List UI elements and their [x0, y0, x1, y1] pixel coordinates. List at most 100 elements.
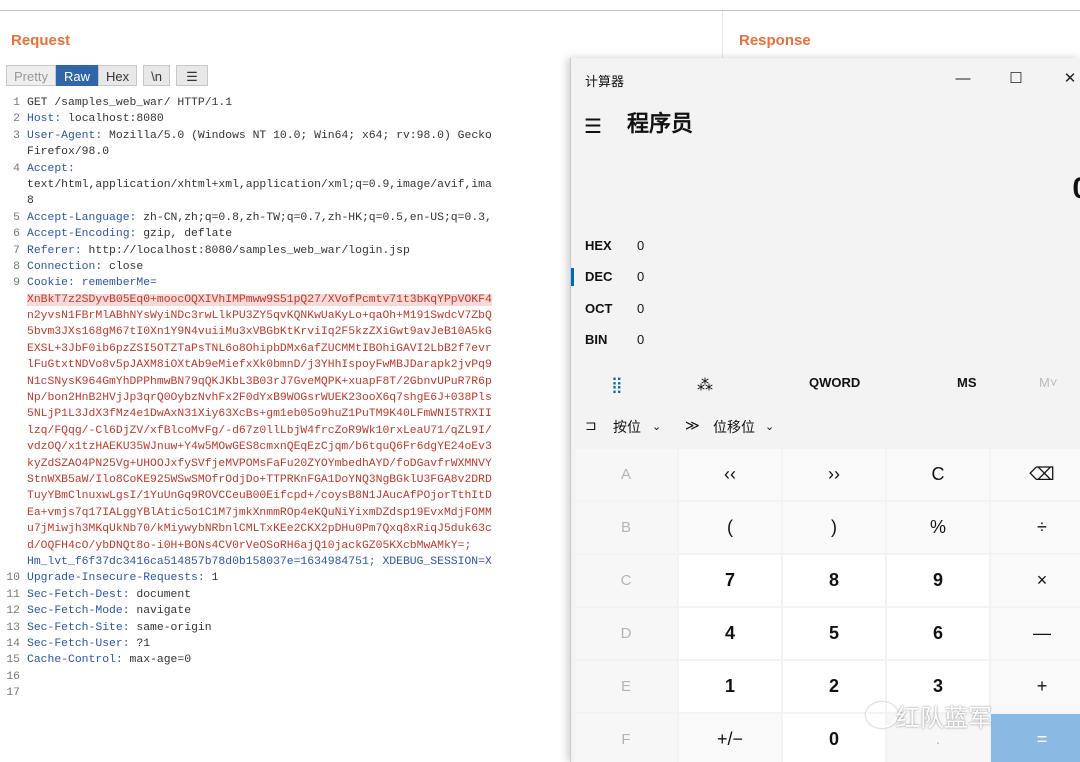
- cookie-value: u7jMiwjh3MKqUkNb70/kMiywybNRbnlCMLTxKEe2…: [27, 523, 492, 536]
- code-line: Np/bon2HnB2HVjJp3qrQ0OybzNvhFx2F0dYxB9WO…: [0, 390, 575, 406]
- tab-hex[interactable]: Hex: [97, 65, 138, 86]
- code-text: Connection: close: [27, 259, 143, 275]
- chevron-down-icon[interactable]: ⌄: [765, 420, 774, 433]
- code-text: Ea+vmjs7q17IALggYBlAtic5o1C1M7jmkXnmmROp…: [27, 505, 492, 521]
- hamburger-menu-icon[interactable]: ☰: [584, 114, 602, 139]
- request-title: Request: [11, 32, 71, 49]
- request-editor[interactable]: 1 GET /samples_web_war/ HTTP/1.1 2 Host: lo…: [0, 95, 575, 715]
- calc-key[interactable]: (: [679, 502, 781, 553]
- code-text: Accept-Language: zh-CN,zh;q=0.8,zh-TW;q=…: [27, 210, 492, 226]
- calculator-mode: 程序员: [627, 111, 694, 136]
- memory-recall-button[interactable]: M˅: [1039, 375, 1057, 390]
- calc-key[interactable]: 9: [887, 555, 989, 606]
- response-title: Response: [739, 32, 811, 49]
- radix-oct[interactable]: OCT 0: [571, 296, 771, 322]
- code-line: 14 Sec-Fetch-User: ?1: [0, 636, 575, 652]
- code-line: 12 Sec-Fetch-Mode: navigate: [0, 603, 575, 619]
- header-value: Mozilla/5.0 (Windows NT 10.0; Win64; x64…: [102, 129, 492, 142]
- calc-key[interactable]: +: [991, 661, 1080, 712]
- word-size-row: ⣿ ⁂ QWORD MS M˅: [571, 363, 1080, 403]
- newline-toggle-button[interactable]: \n: [143, 65, 170, 86]
- calc-key[interactable]: —: [991, 608, 1080, 659]
- memory-store-button[interactable]: MS: [957, 375, 977, 390]
- calc-key[interactable]: E: [575, 661, 677, 712]
- calc-key[interactable]: ››: [783, 449, 885, 500]
- calc-key[interactable]: %: [887, 502, 989, 553]
- cookie-value: kyZdSZAO4PN25Vg+UHOOJxfySVfjeMVPOMsFaFu2…: [27, 457, 492, 470]
- tab-raw[interactable]: Raw: [55, 65, 98, 86]
- header-value: close: [102, 260, 144, 273]
- calc-key[interactable]: C: [887, 449, 989, 500]
- code-text: GET /samples_web_war/ HTTP/1.1: [27, 95, 232, 111]
- line-number: [0, 554, 27, 570]
- code-text: Hm_lvt_f6f37dc3416ca514857b78d0b158037e=…: [27, 554, 492, 570]
- bitshift-button[interactable]: 位移位: [713, 417, 755, 437]
- line-number: 14: [6, 637, 20, 650]
- line-number: [0, 324, 27, 340]
- header-key: Cache-Control:: [27, 654, 123, 667]
- code-line: 17: [0, 685, 575, 701]
- calc-key[interactable]: D: [575, 608, 677, 659]
- word-size-button[interactable]: QWORD: [809, 375, 860, 390]
- calc-key[interactable]: F: [575, 714, 677, 762]
- calc-key[interactable]: 1: [679, 661, 781, 712]
- calc-key[interactable]: 5: [783, 608, 885, 659]
- close-icon[interactable]: ✕: [1055, 68, 1080, 90]
- code-text: lzq/FQqg/-Cl6DjZV/xfBlcoMvFg/-d67z0llLbj…: [27, 423, 492, 439]
- maximize-icon[interactable]: ☐: [1001, 68, 1031, 90]
- code-line: Hm_lvt_f6f37dc3416ca514857b78d0b158037e=…: [0, 554, 575, 570]
- calc-key[interactable]: 7: [679, 555, 781, 606]
- radix-dec[interactable]: DEC 0: [571, 264, 771, 290]
- calc-key[interactable]: 4: [679, 608, 781, 659]
- line-number: 8: [13, 260, 20, 273]
- calc-key[interactable]: ): [783, 502, 885, 553]
- calculator-window: 计算器 — ☐ ✕ ☰ 程序员 0 HEX 0 DEC 0 OCT 0 BIN …: [570, 58, 1080, 762]
- cookie-value: Ea+vmjs7q17IALggYBlAtic5o1C1M7jmkXnmmROp…: [27, 506, 492, 519]
- calc-key[interactable]: B: [575, 502, 677, 553]
- header-key: Upgrade-Insecure-Requests:: [27, 572, 205, 585]
- calc-key[interactable]: 8: [783, 555, 885, 606]
- code-text: kyZdSZAO4PN25Vg+UHOOJxfySVfjeMVPOMsFaFu2…: [27, 456, 492, 472]
- keypad-icon[interactable]: ⣿: [611, 375, 623, 395]
- code-text: StnWXB5aW/Ilo8CoKE925WSwSMOfrOdjDo+TTPRK…: [27, 472, 492, 488]
- code-text: 5bvm3JXs168gM67tI0Xn1Y9N4vuiiMu3xVBGbKtK…: [27, 324, 492, 340]
- calc-key[interactable]: =: [991, 714, 1080, 762]
- header-key: Host:: [27, 113, 62, 126]
- line-number: 10: [6, 572, 20, 585]
- code-text: Sec-Fetch-Dest: document: [27, 587, 191, 603]
- tab-pretty[interactable]: Pretty: [6, 65, 56, 86]
- line-number: 17: [6, 687, 20, 700]
- bitwise-icon[interactable]: ⊐: [585, 417, 597, 434]
- line-number: 11: [6, 588, 20, 601]
- radix-value: 0: [637, 301, 645, 316]
- radix-bin[interactable]: BIN 0: [571, 327, 771, 353]
- line-number: 5: [13, 211, 20, 224]
- bit-toggle-icon[interactable]: ⁂: [697, 375, 713, 395]
- calc-key[interactable]: ×: [991, 555, 1080, 606]
- cookie-value: TuyYBmClnuxwLgsI/1YuUnGq9ROVCCeuB00Eifcp…: [27, 490, 492, 503]
- calculator-keypad: A ‹‹ ›› C ⌫ B()% ÷ C 7 8 9 × D 4 5 6— E 1 2 3 + F +/− 0. =: [575, 449, 1080, 762]
- chevron-down-icon[interactable]: ⌄: [652, 420, 661, 433]
- code-line: 3 User-Agent: Mozilla/5.0 (Windows NT 10.…: [0, 128, 575, 144]
- line-number: [0, 439, 27, 455]
- bitshift-icon[interactable]: ≫: [685, 417, 700, 434]
- calc-key[interactable]: ÷: [991, 502, 1080, 553]
- code-text: Cookie: rememberMe=: [27, 275, 157, 291]
- radix-hex[interactable]: HEX 0: [571, 233, 771, 259]
- calc-key[interactable]: A: [575, 449, 677, 500]
- calc-key[interactable]: C: [575, 555, 677, 606]
- calc-key[interactable]: +/−: [679, 714, 781, 762]
- minimize-icon[interactable]: —: [948, 68, 978, 90]
- bitwise-button[interactable]: 按位: [613, 417, 641, 437]
- calc-key[interactable]: 2: [783, 661, 885, 712]
- calc-key[interactable]: 6: [887, 608, 989, 659]
- request-view-toolbar: Pretty Raw Hex \n ☰: [6, 65, 208, 86]
- calc-key[interactable]: ‹‹: [679, 449, 781, 500]
- code-line: kyZdSZAO4PN25Vg+UHOOJxfySVfjeMVPOMsFaFu2…: [0, 456, 575, 472]
- calc-key[interactable]: ⌫: [991, 449, 1080, 500]
- menu-icon[interactable]: ☰: [175, 65, 208, 86]
- code-text: Cache-Control: max-age=0: [27, 652, 191, 668]
- header-key: User-Agent:: [27, 129, 103, 142]
- code-text: User-Agent: Mozilla/5.0 (Windows NT 10.0…: [27, 128, 492, 144]
- code-line: 8 Connection: close: [0, 259, 575, 275]
